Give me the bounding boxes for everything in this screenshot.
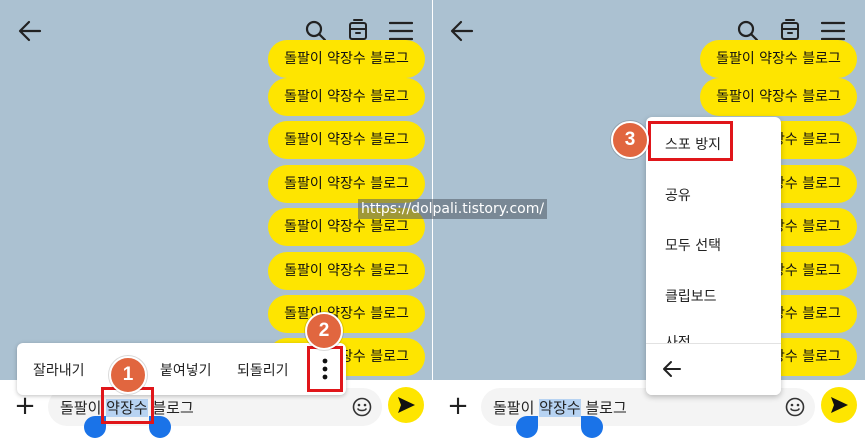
plus-icon[interactable]: + [10, 392, 40, 422]
menu-item-share[interactable]: 공유 [665, 185, 691, 205]
message-bubble[interactable]: 돌팔이 약장수 블로그 [268, 295, 425, 333]
send-icon [831, 397, 848, 413]
emoji-icon[interactable] [352, 397, 372, 417]
chat-panel-left: 돌팔이 약장수 블로그 돌팔이 약장수 블로그 돌팔이 약장수 블로그 돌팔이 … [0, 0, 432, 440]
undo-button[interactable]: 되돌리기 [237, 360, 289, 380]
highlight-box-spoiler-prevention [648, 121, 733, 161]
message-bubble[interactable]: 돌팔이 약장수 블로그 [268, 165, 425, 203]
step-badge-3: 3 [611, 121, 649, 159]
highlight-box-more-button [307, 346, 343, 392]
send-button[interactable] [821, 387, 857, 423]
blog-watermark: https://dolpali.tistory.com/ [358, 199, 548, 219]
message-bubble[interactable]: 돌팔이 약장수 블로그 [700, 40, 857, 78]
hamburger-menu-icon[interactable] [389, 21, 413, 41]
menu-back-arrow-icon[interactable] [662, 360, 682, 378]
emoji-icon[interactable] [785, 397, 805, 417]
message-bubble[interactable]: 돌팔이 약장수 블로그 [268, 121, 425, 159]
calendar-icon[interactable] [780, 18, 800, 42]
back-arrow-icon[interactable] [18, 20, 42, 42]
step-badge-2: 2 [305, 312, 343, 350]
text-selection-toolbar: 잘라내기 붙여넣기 되돌리기 [17, 343, 346, 395]
send-button[interactable] [388, 387, 424, 423]
selection-handle-end[interactable] [581, 416, 603, 438]
plus-icon[interactable]: + [443, 392, 473, 422]
message-input-text: 돌팔이 약장수 블로그 [493, 399, 627, 417]
message-bubble[interactable]: 돌팔이 약장수 블로그 [268, 78, 425, 116]
selected-text: 약장수 [539, 399, 581, 417]
menu-item-clipboard[interactable]: 클립보드 [665, 286, 717, 306]
message-bubble[interactable]: 돌팔이 약장수 블로그 [700, 78, 857, 116]
search-icon[interactable] [305, 20, 327, 42]
send-icon [398, 397, 415, 413]
hamburger-menu-icon[interactable] [821, 21, 845, 41]
message-bubble[interactable]: 돌팔이 약장수 블로그 [268, 252, 425, 290]
calendar-icon[interactable] [348, 18, 368, 42]
back-arrow-icon[interactable] [450, 20, 474, 42]
search-icon[interactable] [737, 20, 759, 42]
selection-handle-start[interactable] [516, 416, 538, 438]
paste-button[interactable]: 붙여넣기 [160, 360, 212, 380]
message-bubble[interactable]: 돌팔이 약장수 블로그 [268, 40, 425, 78]
step-badge-1: 1 [109, 356, 147, 394]
cut-button[interactable]: 잘라내기 [33, 360, 85, 380]
menu-item-select-all[interactable]: 모두 선택 [665, 235, 721, 255]
menu-divider [646, 343, 781, 344]
chat-panel-right: 돌팔이 약장수 블로그 돌팔이 약장수 블로그 돌팔이 약장수 블로그 돌팔이 … [433, 0, 865, 440]
